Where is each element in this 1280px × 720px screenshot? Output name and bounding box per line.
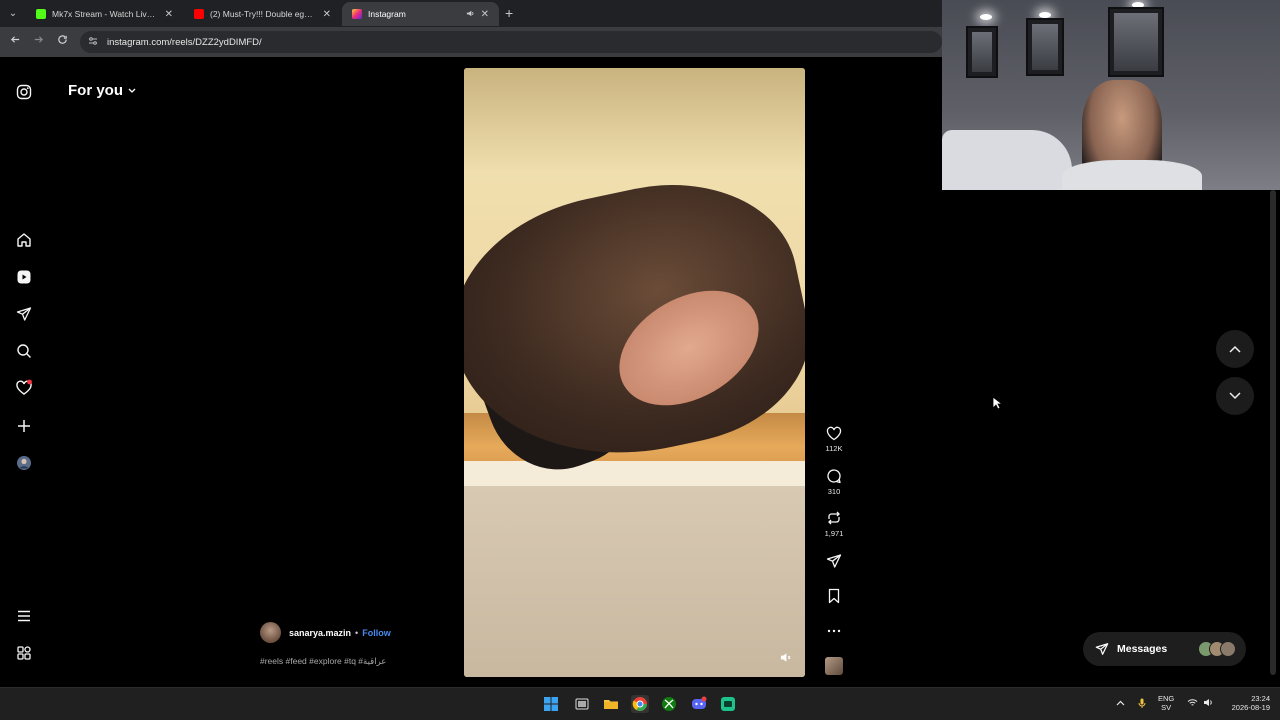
also-from-meta-icon[interactable]	[14, 643, 34, 663]
menu-icon[interactable]	[14, 606, 34, 626]
direct-message-icon	[1095, 642, 1109, 656]
like-count: 112K	[825, 444, 843, 453]
task-view-icon[interactable]	[573, 695, 591, 713]
new-tab-button[interactable]: +	[505, 5, 513, 21]
windows-start-icon[interactable]	[542, 695, 560, 713]
save-button[interactable]	[820, 587, 848, 605]
share-icon	[825, 552, 843, 570]
region-code: SV	[1161, 703, 1172, 712]
language-indicator[interactable]: ENG SV	[1158, 694, 1174, 712]
share-button[interactable]	[820, 552, 848, 570]
home-icon[interactable]	[14, 230, 34, 250]
webcam-frame	[1108, 7, 1164, 77]
tab-youtube[interactable]: (2) Must-Try!!! Double egg dos ✕	[184, 2, 341, 26]
bookmark-icon	[825, 587, 843, 605]
clock[interactable]: 23:24 2026-08-19	[1222, 694, 1270, 712]
chevron-down-icon	[1229, 392, 1241, 400]
comment-button[interactable]: 310	[820, 467, 848, 496]
messages-label: Messages	[1117, 643, 1168, 655]
tab-title: Mk7x Stream - Watch Live on K	[52, 9, 159, 19]
reel-caption[interactable]: #reels #feed #explore #tq #عراقية	[260, 656, 386, 667]
close-tab-icon[interactable]: ✕	[165, 9, 173, 20]
tab-search-icon[interactable]: ⌄	[6, 6, 20, 20]
feed-selector[interactable]: For you	[68, 82, 137, 99]
tab-audio-icon[interactable]	[466, 9, 475, 20]
repost-count: 1,971	[824, 529, 844, 538]
separator: •	[355, 627, 359, 638]
date: 2026-08-19	[1231, 703, 1270, 712]
comment-icon	[825, 467, 843, 485]
tab-kick[interactable]: Mk7x Stream - Watch Live on K ✕	[26, 2, 183, 26]
search-icon[interactable]	[14, 341, 34, 361]
follow-button[interactable]: Follow	[362, 628, 391, 638]
volume-icon[interactable]	[1203, 698, 1214, 709]
comment-count: 310	[827, 487, 841, 496]
repost-button[interactable]: 1,971	[820, 509, 848, 538]
next-reel-button[interactable]	[1216, 377, 1254, 415]
heart-icon	[825, 424, 843, 442]
microphone-icon[interactable]	[1138, 698, 1146, 710]
site-info-icon[interactable]	[88, 36, 98, 48]
webcam-light	[980, 14, 992, 20]
youtube-favicon-icon	[194, 9, 204, 19]
video-frame-shelf	[464, 461, 805, 486]
page-scrollbar[interactable]	[1270, 190, 1276, 675]
time: 23:24	[1251, 694, 1270, 703]
reload-icon[interactable]	[57, 34, 68, 48]
message-avatars	[1198, 641, 1236, 657]
reel-video[interactable]	[464, 68, 805, 677]
tab-title: Instagram	[368, 9, 406, 19]
webcam-shirt	[1062, 160, 1202, 190]
close-tab-icon[interactable]: ✕	[323, 9, 331, 20]
webcam-overlay	[942, 0, 1280, 190]
webcam-frame	[966, 26, 998, 78]
webcam-frame	[1026, 18, 1064, 76]
previous-reel-button[interactable]	[1216, 330, 1254, 368]
chevron-up-icon	[1229, 345, 1241, 353]
kick-favicon-icon	[36, 9, 46, 19]
video-frame-floor	[464, 486, 805, 677]
discord-icon[interactable]	[690, 695, 708, 713]
mouse-cursor-icon	[992, 396, 1004, 415]
address-bar[interactable]: instagram.com/reels/DZZ2ydDIMFD/	[80, 31, 942, 53]
reel-author: sanarya.mazin • Follow	[260, 622, 391, 643]
chevron-down-icon	[127, 82, 137, 99]
avatar	[1220, 641, 1236, 657]
repost-icon	[825, 509, 843, 527]
author-avatar[interactable]	[260, 622, 281, 643]
tab-title: (2) Must-Try!!! Double egg dos	[210, 9, 317, 19]
instagram-favicon-icon	[352, 9, 362, 19]
close-tab-icon[interactable]: ✕	[481, 9, 489, 20]
notifications-icon[interactable]	[14, 378, 34, 398]
reels-icon[interactable]	[14, 267, 34, 287]
mute-icon[interactable]	[780, 652, 791, 666]
chrome-icon[interactable]	[631, 695, 649, 713]
direct-icon[interactable]	[14, 304, 34, 324]
more-icon	[825, 622, 843, 640]
tray-overflow-icon[interactable]	[1116, 698, 1125, 708]
author-username[interactable]: sanarya.mazin	[289, 628, 351, 638]
tab-instagram[interactable]: Instagram ✕	[342, 2, 499, 26]
forward-icon[interactable]	[33, 34, 44, 48]
audio-thumbnail[interactable]	[825, 657, 843, 675]
file-explorer-icon[interactable]	[602, 695, 620, 713]
app-icon[interactable]	[719, 695, 737, 713]
feed-title: For you	[68, 82, 123, 99]
instagram-logo-icon[interactable]	[14, 82, 34, 102]
like-button[interactable]: 112K	[820, 424, 848, 453]
profile-icon[interactable]	[14, 453, 34, 473]
create-icon[interactable]	[14, 416, 34, 436]
more-options-button[interactable]	[820, 622, 848, 640]
wifi-icon[interactable]	[1187, 698, 1198, 709]
webcam-bed	[942, 130, 1072, 190]
language-code: ENG	[1158, 694, 1175, 703]
url-text: instagram.com/reels/DZZ2ydDIMFD/	[107, 36, 262, 48]
back-icon[interactable]	[10, 34, 21, 48]
messages-button[interactable]: Messages	[1083, 632, 1246, 666]
xbox-icon[interactable]	[660, 695, 678, 713]
